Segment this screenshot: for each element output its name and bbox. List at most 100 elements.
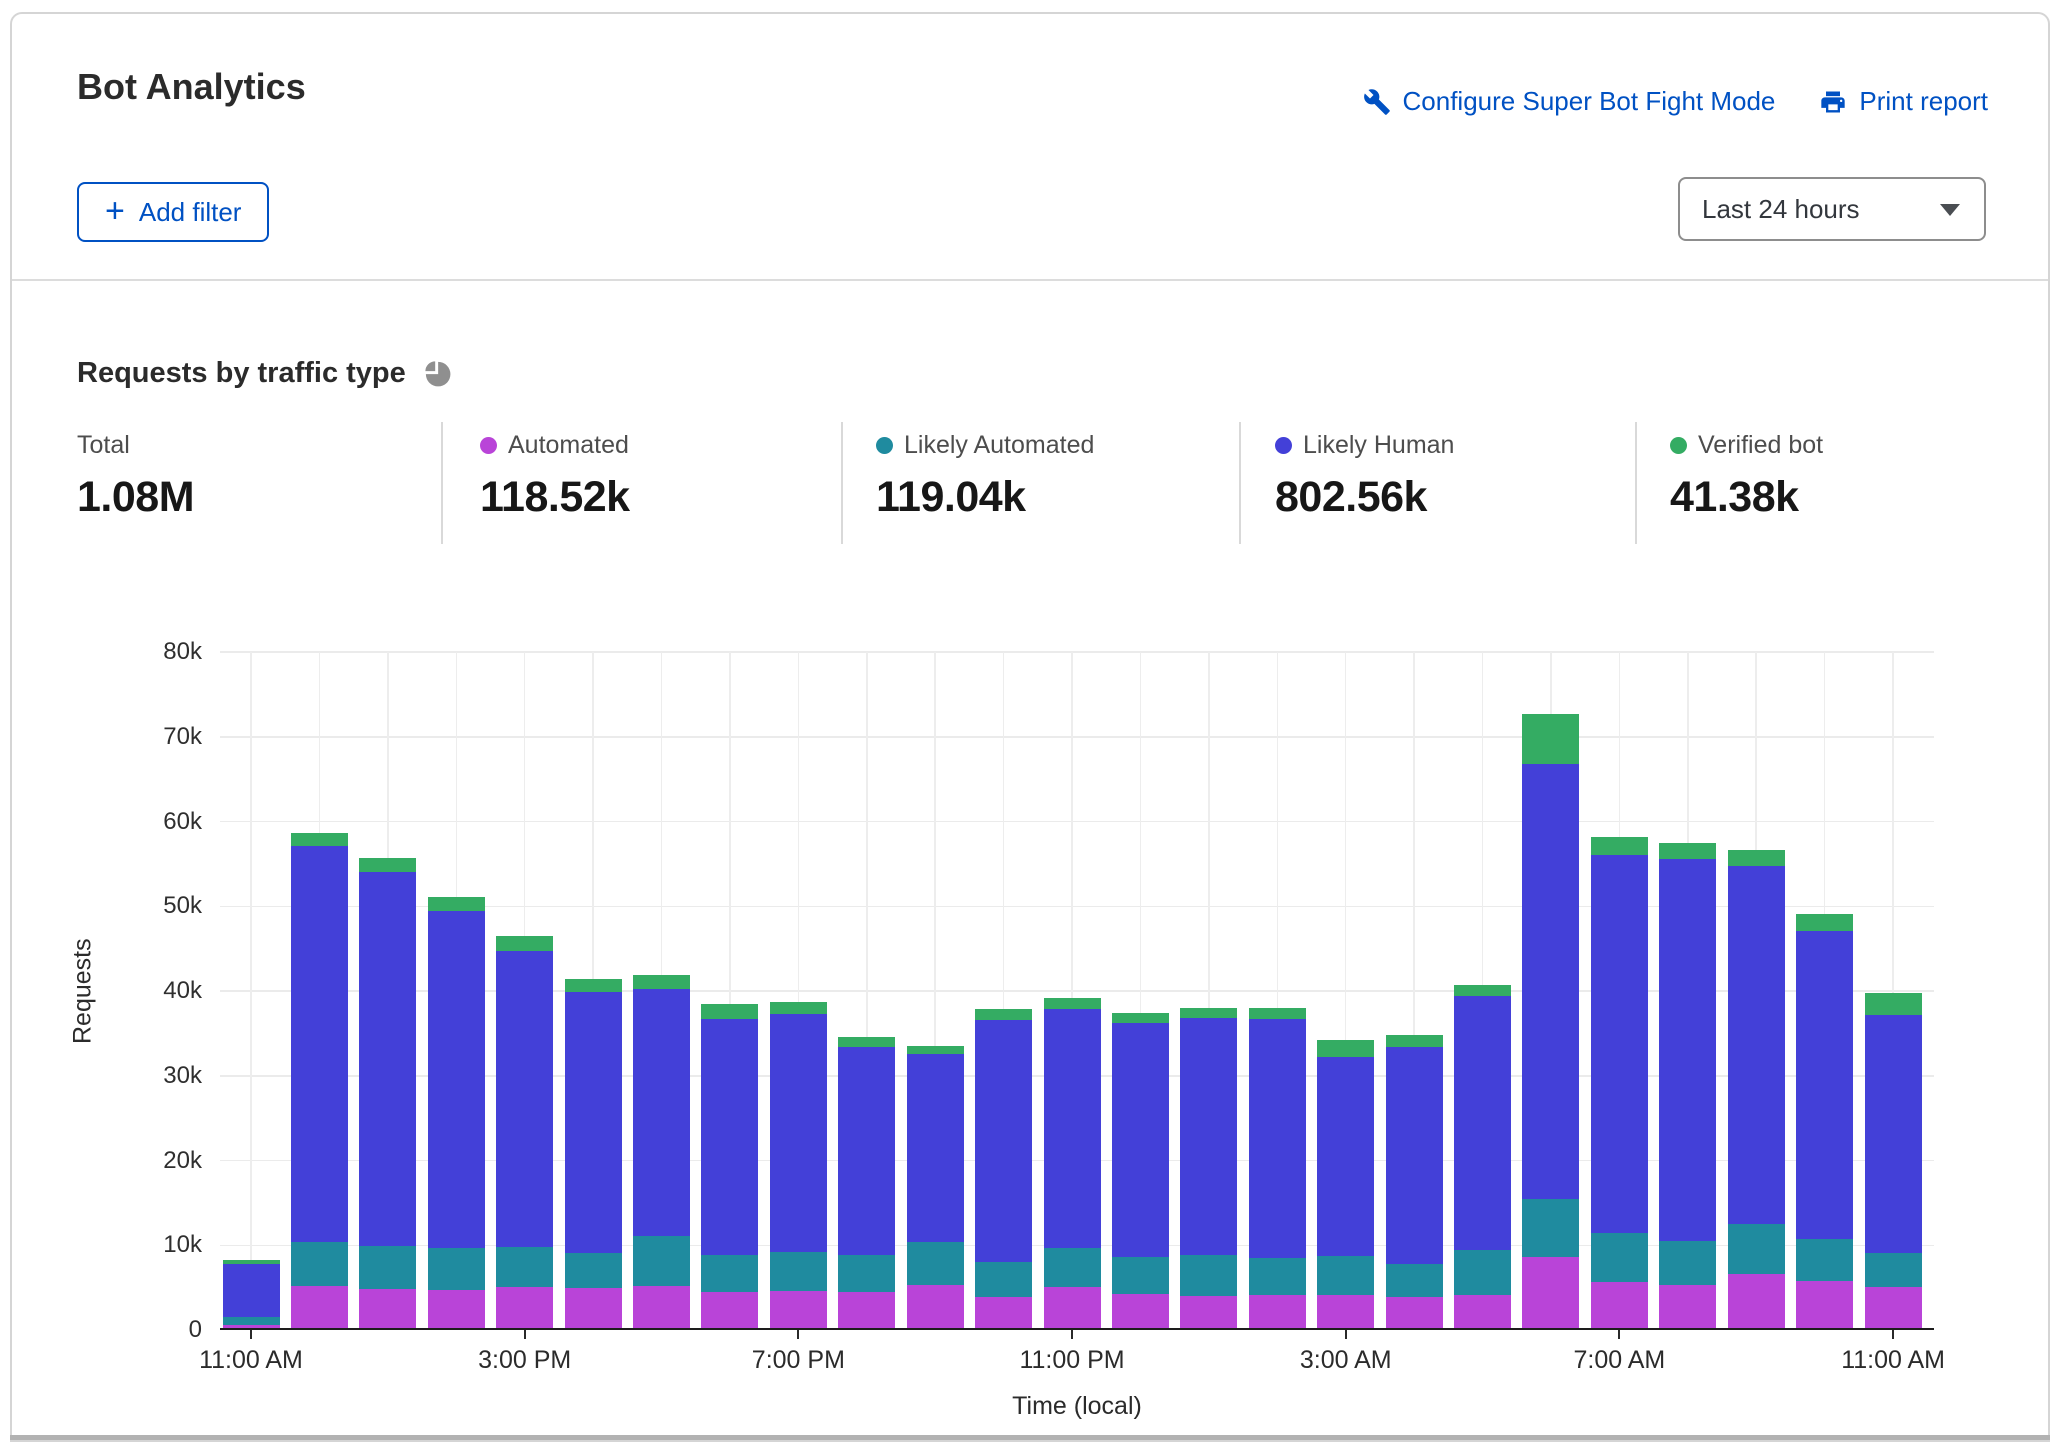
bar-segment-verified-bot: [1522, 714, 1579, 764]
bar-stack-15[interactable]: [1249, 1008, 1306, 1328]
bar-stack-12[interactable]: [1044, 998, 1101, 1328]
bar-segment-verified-bot: [701, 1004, 758, 1018]
bar-segment-likely-automated: [1317, 1256, 1374, 1295]
x-tick-label: 3:00 AM: [1300, 1346, 1392, 1375]
bar-stack-11[interactable]: [975, 1009, 1032, 1328]
bar-stack-5[interactable]: [565, 979, 622, 1328]
bar-segment-likely-human: [1522, 764, 1579, 1199]
bar-segment-likely-automated: [1249, 1258, 1306, 1295]
bar-segment-verified-bot: [838, 1037, 895, 1046]
add-filter-label: Add filter: [139, 197, 242, 228]
stat-label: Likely Human: [1303, 431, 1454, 460]
bar-segment-likely-automated: [496, 1247, 553, 1288]
bar-stack-0[interactable]: [223, 1260, 280, 1328]
bar-stack-3[interactable]: [428, 897, 485, 1328]
bar-segment-likely-automated: [291, 1242, 348, 1286]
bar-segment-automated: [770, 1291, 827, 1328]
bar-stack-7[interactable]: [701, 1004, 758, 1328]
section-title-label: Requests by traffic type: [77, 357, 406, 390]
bar-segment-automated: [1386, 1297, 1443, 1328]
configure-super-bot-fight-mode-link[interactable]: Configure Super Bot Fight Mode: [1363, 86, 1776, 117]
bar-segment-automated: [701, 1292, 758, 1328]
bar-segment-likely-human: [975, 1020, 1032, 1262]
bar-segment-automated: [1796, 1281, 1853, 1328]
requests-chart: Requests 010k20k30k40k50k60k70k80k11:00 …: [220, 652, 1934, 1330]
x-tick-mark: [1071, 1330, 1073, 1339]
stat-label: Verified bot: [1698, 431, 1823, 460]
bar-stack-20[interactable]: [1591, 837, 1648, 1328]
bar-segment-likely-automated: [770, 1252, 827, 1291]
bar-segment-likely-human: [565, 992, 622, 1254]
plot-area: 010k20k30k40k50k60k70k80k11:00 AM3:00 PM…: [220, 652, 1934, 1330]
x-tick-label: 3:00 PM: [478, 1346, 571, 1375]
bar-segment-automated: [907, 1285, 964, 1328]
header-links: Configure Super Bot Fight Mode Print rep…: [1363, 86, 1988, 117]
bar-segment-likely-human: [1386, 1047, 1443, 1264]
bar-stack-23[interactable]: [1796, 914, 1853, 1328]
bar-stack-24[interactable]: [1865, 993, 1922, 1328]
bar-segment-automated: [1728, 1274, 1785, 1328]
plus-icon: +: [105, 194, 125, 228]
time-range-value: Last 24 hours: [1702, 194, 1860, 225]
bar-stack-17[interactable]: [1386, 1035, 1443, 1328]
bar-segment-likely-automated: [1112, 1257, 1169, 1294]
x-tick-mark: [1892, 1330, 1894, 1339]
bar-stack-9[interactable]: [838, 1037, 895, 1328]
bar-segment-likely-human: [1659, 859, 1716, 1240]
bar-segment-verified-bot: [1796, 914, 1853, 932]
y-axis-title: Requests: [68, 652, 98, 1330]
likely-human-legend-dot: [1275, 437, 1292, 454]
stat-likely-automated: Likely Automated119.04k: [876, 430, 1094, 522]
bar-stack-8[interactable]: [770, 1002, 827, 1328]
bar-segment-verified-bot: [1112, 1013, 1169, 1023]
bar-segment-verified-bot: [1728, 850, 1785, 866]
bar-segment-likely-automated: [701, 1255, 758, 1292]
bar-segment-automated: [975, 1297, 1032, 1328]
bar-stack-6[interactable]: [633, 975, 690, 1328]
y-gridline: [220, 651, 1934, 653]
bar-segment-verified-bot: [770, 1002, 827, 1014]
bar-segment-likely-automated: [1865, 1253, 1922, 1288]
bar-segment-likely-automated: [1386, 1264, 1443, 1297]
likely-automated-legend-dot: [876, 437, 893, 454]
bar-stack-1[interactable]: [291, 833, 348, 1328]
bar-stack-22[interactable]: [1728, 850, 1785, 1328]
card-bottom-rule: [10, 1435, 2050, 1440]
time-range-select[interactable]: Last 24 hours: [1678, 177, 1986, 241]
add-filter-button[interactable]: + Add filter: [77, 182, 269, 242]
y-tick-label: 10k: [120, 1231, 202, 1259]
bar-segment-automated: [565, 1288, 622, 1328]
verified-bot-legend-dot: [1670, 437, 1687, 454]
stat-value: 802.56k: [1275, 473, 1454, 522]
y-tick-label: 20k: [120, 1147, 202, 1175]
bar-stack-19[interactable]: [1522, 714, 1579, 1328]
stat-value: 41.38k: [1670, 473, 1823, 522]
bar-stack-13[interactable]: [1112, 1013, 1169, 1328]
stat-automated: Automated118.52k: [480, 430, 630, 522]
print-report-link[interactable]: Print report: [1819, 86, 1988, 117]
x-tick-mark: [250, 1330, 252, 1339]
stat-verified-bot: Verified bot 41.38k: [1670, 430, 1823, 522]
stat-value: 1.08M: [77, 473, 194, 522]
bar-segment-likely-human: [1591, 855, 1648, 1233]
bar-segment-likely-automated: [565, 1253, 622, 1288]
bar-segment-verified-bot: [633, 975, 690, 989]
bar-stack-4[interactable]: [496, 936, 553, 1328]
bar-stack-16[interactable]: [1317, 1040, 1374, 1328]
bar-segment-verified-bot: [1180, 1008, 1237, 1018]
bar-segment-verified-bot: [291, 833, 348, 846]
bar-stack-18[interactable]: [1454, 985, 1511, 1328]
stat-divider: [1239, 422, 1241, 544]
stat-label: Total: [77, 431, 130, 460]
bar-stack-14[interactable]: [1180, 1008, 1237, 1328]
y-tick-label: 80k: [120, 638, 202, 666]
bar-stack-10[interactable]: [907, 1046, 964, 1328]
y-tick-label: 60k: [120, 808, 202, 836]
bar-segment-automated: [1454, 1295, 1511, 1328]
configure-link-label: Configure Super Bot Fight Mode: [1403, 86, 1776, 117]
bar-segment-verified-bot: [565, 979, 622, 992]
bar-segment-likely-human: [223, 1264, 280, 1317]
bar-stack-2[interactable]: [359, 858, 416, 1328]
bar-stack-21[interactable]: [1659, 843, 1716, 1328]
stat-header: Automated: [480, 430, 630, 460]
